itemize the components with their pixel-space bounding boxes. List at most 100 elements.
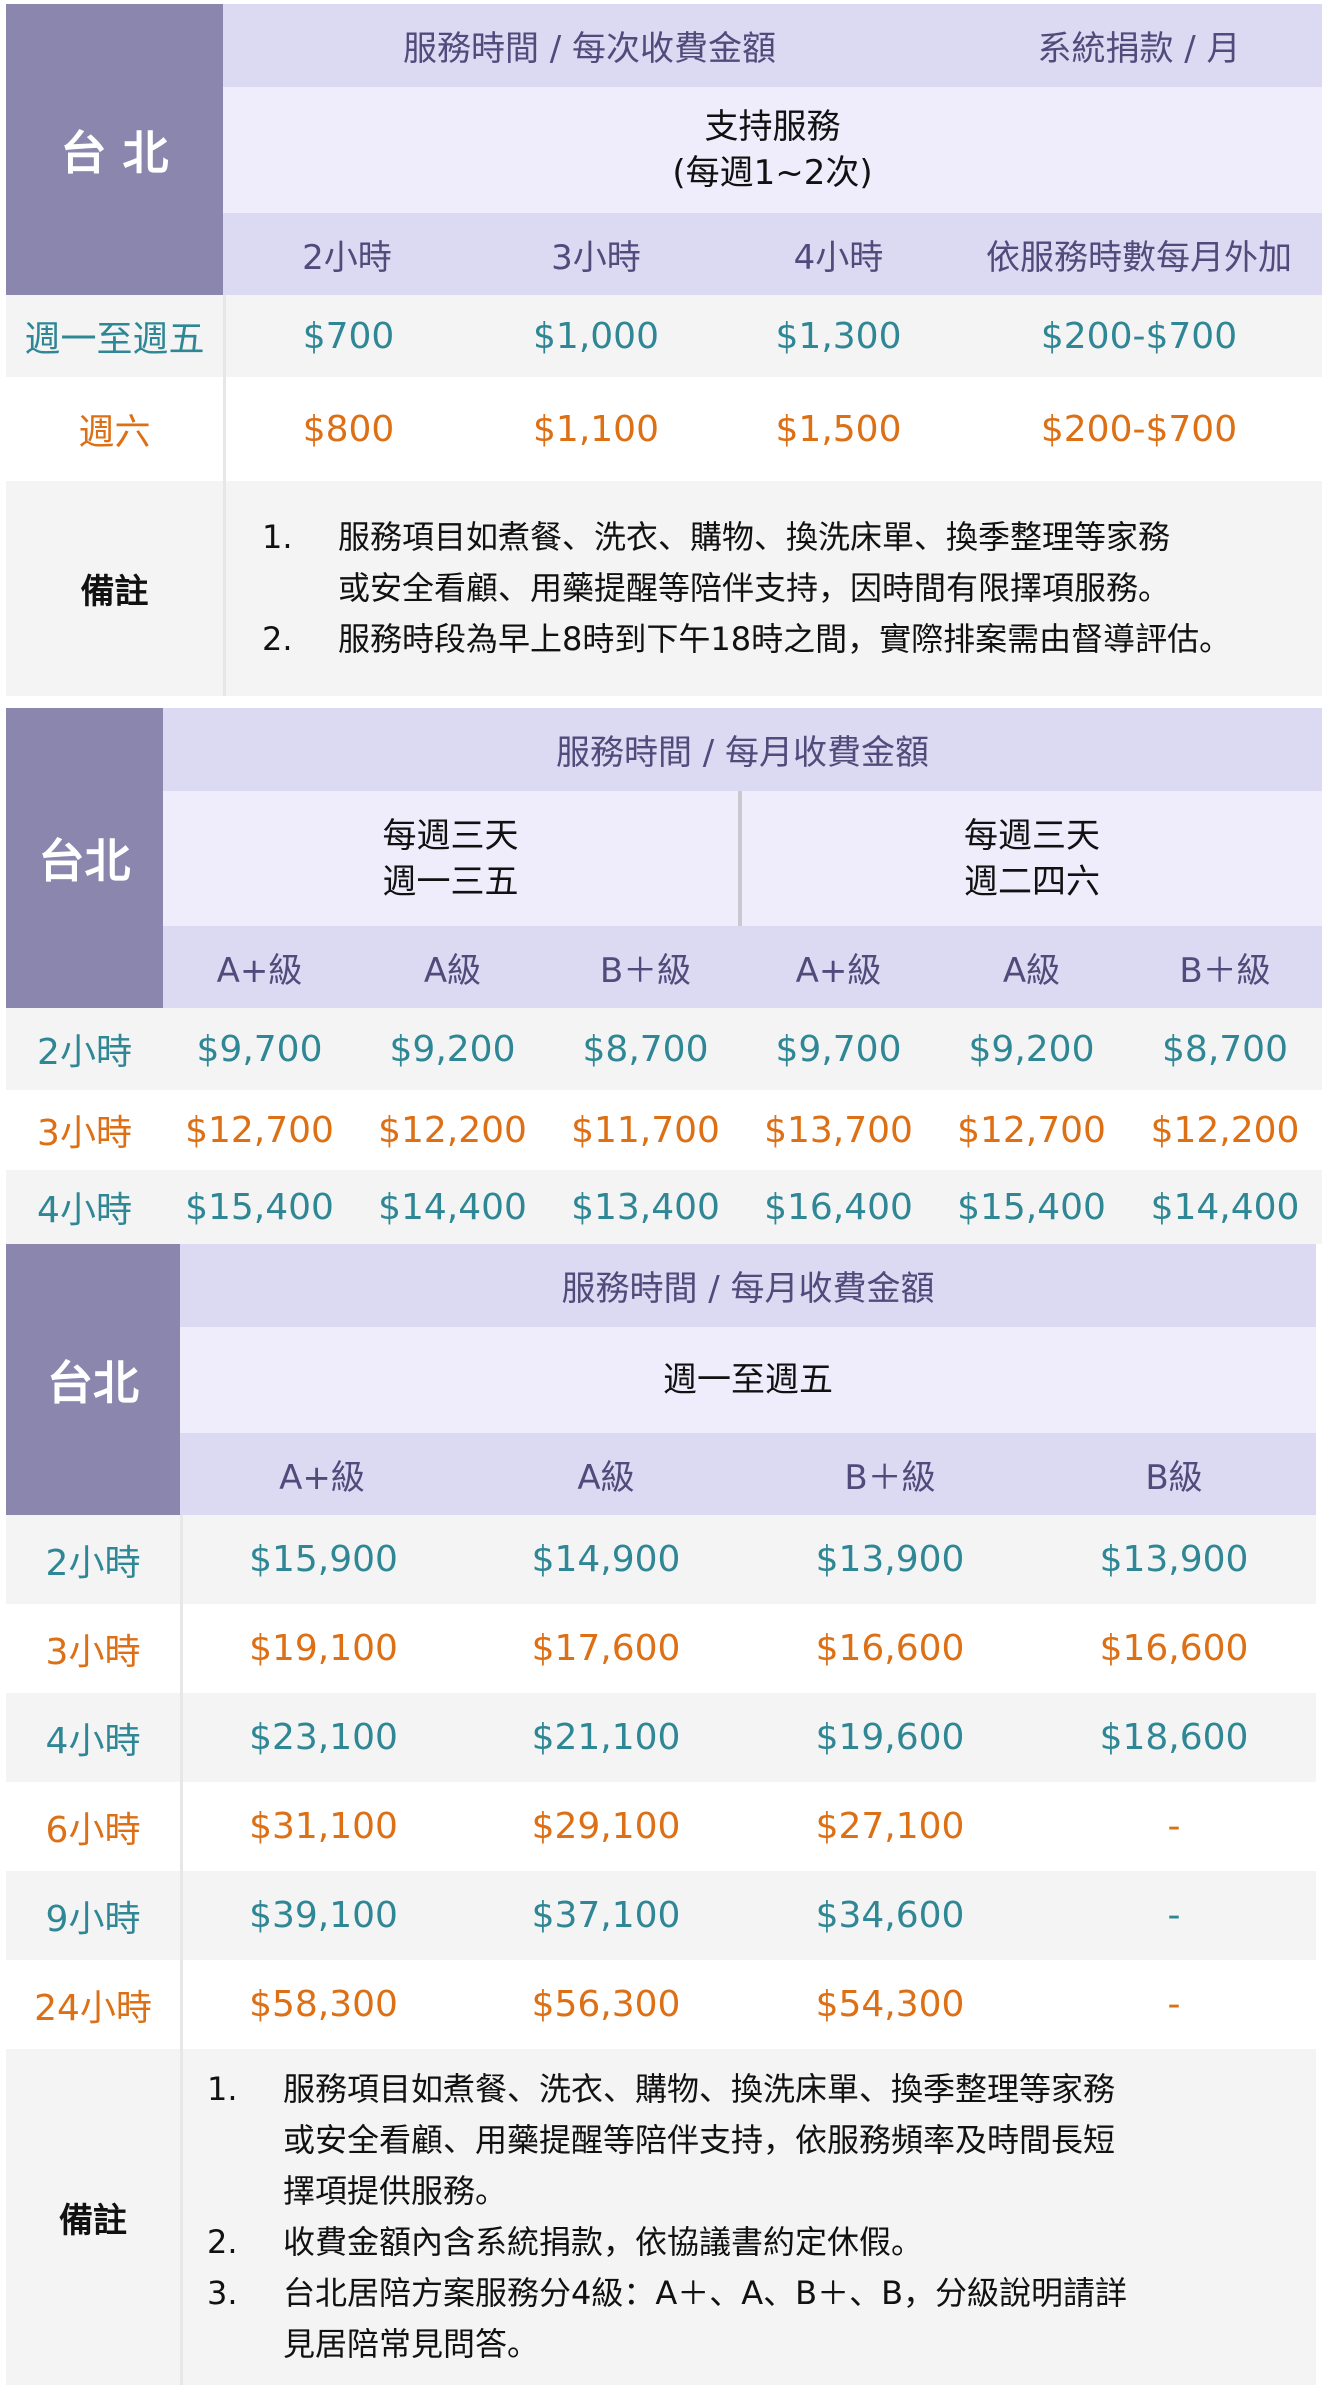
price-cell: $11,700 — [549, 1090, 742, 1170]
header-service-time: 服務時間 / 每月收費金額 — [180, 1244, 1316, 1327]
notes-list: 1. 服務項目如煮餐、洗衣、購物、換洗床單、換季整理等家務 或安全看顧、用藥提醒… — [180, 2049, 1316, 2385]
level-header: B＋級 — [748, 1433, 1032, 1515]
service-name: 支持服務 — [704, 107, 841, 147]
price-cell: $14,400 — [356, 1170, 549, 1244]
price-cell: $31,100 — [180, 1782, 464, 1871]
row-label: 4小時 — [6, 1170, 163, 1244]
price-cell: $1,100 — [471, 377, 721, 481]
note-number: 2. — [262, 620, 293, 658]
table-monthly-3days: 台北 服務時間 / 每月收費金額 每週三天 週一三五 每週三天 週二四六 A+級… — [6, 708, 1322, 1244]
note-item: 3. 台北居陪方案服務分4級：A＋、A、B＋、B，分級說明請詳 見居陪常見問答。 — [207, 2268, 1127, 2370]
schedule-group: 每週三天 週一三五 — [163, 791, 742, 926]
price-cell: - — [1032, 1871, 1316, 1960]
schedule-days: 週一三五 — [382, 861, 519, 902]
price-cell: $12,200 — [356, 1090, 549, 1170]
price-cell: $1,300 — [721, 295, 956, 377]
note-line: 服務項目如煮餐、洗衣、購物、換洗床單、換季整理等家務 — [283, 2070, 1116, 2108]
price-cell: $37,100 — [464, 1871, 748, 1960]
city-label: 台北 — [6, 1244, 180, 1515]
level-header: A+級 — [180, 1433, 464, 1515]
level-header: A+級 — [742, 926, 935, 1008]
price-cell: $8,700 — [549, 1008, 742, 1090]
note-item: 2. 服務時段為早上8時到下午18時之間，實際排案需由督導評估。 — [262, 614, 1231, 665]
notes-list: 1. 服務項目如煮餐、洗衣、購物、換洗床單、換季整理等家務 或安全看顧、用藥提醒… — [223, 481, 1322, 696]
note-line: 服務時段為早上8時到下午18時之間，實際排案需由督導評估。 — [338, 620, 1232, 658]
note-line: 或安全看顧、用藥提醒等陪伴支持，依服務頻率及時間長短 — [283, 2121, 1116, 2159]
notes-label: 備註 — [6, 481, 223, 696]
price-cell: $15,900 — [180, 1515, 464, 1604]
level-header: A級 — [464, 1433, 748, 1515]
price-cell: $1,500 — [721, 377, 956, 481]
price-cell: $58,300 — [180, 1960, 464, 2049]
price-cell: $18,600 — [1032, 1693, 1316, 1782]
price-cell: $1,000 — [471, 295, 721, 377]
row-label: 3小時 — [6, 1604, 180, 1693]
city-label: 台北 — [6, 708, 163, 1008]
schedule-freq: 每週三天 — [964, 815, 1100, 856]
level-header: A級 — [356, 926, 549, 1008]
column-header: 依服務時數每月外加 — [956, 213, 1322, 295]
row-label: 6小時 — [6, 1782, 180, 1871]
price-cell: - — [1032, 1960, 1316, 2049]
city-label: 台 北 — [6, 4, 223, 295]
header-service-time: 服務時間 / 每月收費金額 — [163, 708, 1322, 791]
price-cell: $13,400 — [549, 1170, 742, 1244]
price-cell: $13,900 — [1032, 1515, 1316, 1604]
note-number: 2. — [207, 2223, 238, 2261]
price-cell: $14,400 — [1128, 1170, 1322, 1244]
header-donation: 系統捐款 / 月 — [956, 4, 1322, 87]
column-header: 2小時 — [223, 213, 471, 295]
level-header: B級 — [1032, 1433, 1316, 1515]
price-cell: $800 — [223, 377, 471, 481]
service-frequency: (每週1~2次) — [672, 153, 873, 193]
price-cell: $23,100 — [180, 1693, 464, 1782]
price-cell: $39,100 — [180, 1871, 464, 1960]
price-cell: $12,200 — [1128, 1090, 1322, 1170]
column-header: 4小時 — [721, 213, 956, 295]
note-line: 收費金額內含系統捐款，依協議書約定休假。 — [283, 2223, 924, 2261]
row-label: 2小時 — [6, 1008, 163, 1090]
price-cell: $19,100 — [180, 1604, 464, 1693]
price-cell: $200-$700 — [956, 377, 1322, 481]
row-label: 週一至週五 — [6, 295, 223, 377]
price-cell: $21,100 — [464, 1693, 748, 1782]
price-cell: $12,700 — [935, 1090, 1128, 1170]
note-line: 見居陪常見問答。 — [283, 2325, 540, 2363]
price-cell: $56,300 — [464, 1960, 748, 2049]
schedule-days: 週一至週五 — [180, 1327, 1316, 1433]
price-cell: $19,600 — [748, 1693, 1032, 1782]
price-cell: $15,400 — [935, 1170, 1128, 1244]
note-line: 或安全看顧、用藥提醒等陪伴支持，因時間有限擇項服務。 — [338, 569, 1171, 607]
price-cell: $200-$700 — [956, 295, 1322, 377]
service-type: 支持服務 (每週1~2次) — [223, 87, 1322, 213]
note-item: 2. 收費金額內含系統捐款，依協議書約定休假。 — [207, 2217, 1127, 2268]
price-cell: $15,400 — [163, 1170, 356, 1244]
price-cell: $54,300 — [748, 1960, 1032, 2049]
table-per-visit: 台 北 服務時間 / 每次收費金額 系統捐款 / 月 支持服務 (每週1~2次)… — [6, 4, 1322, 696]
header-service-time: 服務時間 / 每次收費金額 — [223, 4, 956, 87]
price-cell: $9,700 — [742, 1008, 935, 1090]
price-cell: $16,400 — [742, 1170, 935, 1244]
note-line: 服務項目如煮餐、洗衣、購物、換洗床單、換季整理等家務 — [338, 518, 1171, 556]
schedule-freq: 每週三天 — [382, 815, 519, 856]
level-header: A級 — [935, 926, 1128, 1008]
row-label: 2小時 — [6, 1515, 180, 1604]
note-number: 3. — [207, 2274, 238, 2312]
schedule-days: 週二四六 — [964, 861, 1100, 902]
price-cell: $9,200 — [356, 1008, 549, 1090]
price-cell: $17,600 — [464, 1604, 748, 1693]
price-cell: $8,700 — [1128, 1008, 1322, 1090]
note-item: 1. 服務項目如煮餐、洗衣、購物、換洗床單、換季整理等家務 或安全看顧、用藥提醒… — [207, 2064, 1127, 2217]
note-item: 1. 服務項目如煮餐、洗衣、購物、換洗床單、換季整理等家務 或安全看顧、用藥提醒… — [262, 512, 1231, 614]
note-line: 擇項提供服務。 — [283, 2172, 508, 2210]
row-label: 4小時 — [6, 1693, 180, 1782]
price-cell: $27,100 — [748, 1782, 1032, 1871]
schedule-group: 每週三天 週二四六 — [742, 791, 1322, 926]
price-cell: $12,700 — [163, 1090, 356, 1170]
row-label: 週六 — [6, 377, 223, 481]
price-cell: $16,600 — [1032, 1604, 1316, 1693]
level-header: B＋級 — [1128, 926, 1322, 1008]
price-cell: $14,900 — [464, 1515, 748, 1604]
price-cell: $9,200 — [935, 1008, 1128, 1090]
note-number: 1. — [207, 2070, 238, 2108]
